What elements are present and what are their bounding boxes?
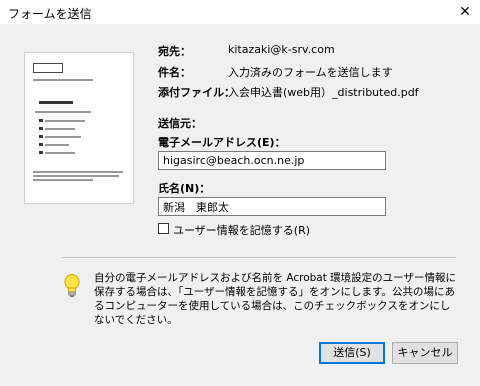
email-label: 電子メールアドレス(E)： (158, 136, 286, 149)
thumbnail-heading-box (33, 63, 63, 73)
lightbulb-icon (64, 274, 80, 297)
info-text: 自分の電子メールアドレスおよび名前を Acrobat 環境設定のユーザー情報に保… (94, 272, 456, 326)
name-label: 氏名(N)： (158, 182, 211, 195)
attachment-label: 添付ファイル： (158, 86, 235, 99)
thumbnail-line (39, 135, 43, 138)
thumbnail-line (33, 175, 119, 177)
thumbnail-line (39, 151, 43, 154)
thumbnail-line (45, 136, 81, 138)
thumbnail-line (33, 171, 123, 173)
thumbnail-line (33, 179, 93, 181)
sender-section-label: 送信元： (158, 117, 202, 130)
divider (62, 257, 456, 258)
name-field[interactable] (158, 197, 386, 216)
thumbnail-line (39, 101, 73, 104)
remember-label[interactable]: ユーザー情報を記憶する(R) (173, 222, 310, 238)
thumbnail-line (45, 128, 75, 130)
thumbnail-line (45, 144, 69, 146)
attachment-value: 入会申込書(web用）_distributed.pdf (228, 86, 419, 99)
thumbnail-line (39, 127, 43, 130)
cancel-button[interactable]: キャンセル (392, 342, 458, 364)
thumbnail-line (45, 152, 75, 154)
send-button[interactable]: 送信(S) (319, 342, 385, 364)
remember-checkbox[interactable] (158, 223, 169, 234)
subject-value: 入力済みのフォームを送信します (228, 66, 393, 79)
thumbnail-line (33, 79, 93, 81)
title-bar: フォームを送信 ✕ (0, 0, 480, 24)
subject-label: 件名： (158, 66, 191, 79)
window-title: フォームを送信 (8, 7, 92, 21)
to-value: kitazaki@k-srv.com (228, 43, 335, 56)
close-icon[interactable]: ✕ (450, 0, 480, 24)
thumbnail-line (39, 143, 43, 146)
thumbnail-line (45, 120, 85, 122)
thumbnail-line (39, 119, 43, 122)
to-label: 宛先： (158, 45, 191, 58)
thumbnail-line (35, 111, 91, 113)
document-thumbnail (24, 52, 134, 204)
email-field[interactable] (158, 151, 386, 170)
